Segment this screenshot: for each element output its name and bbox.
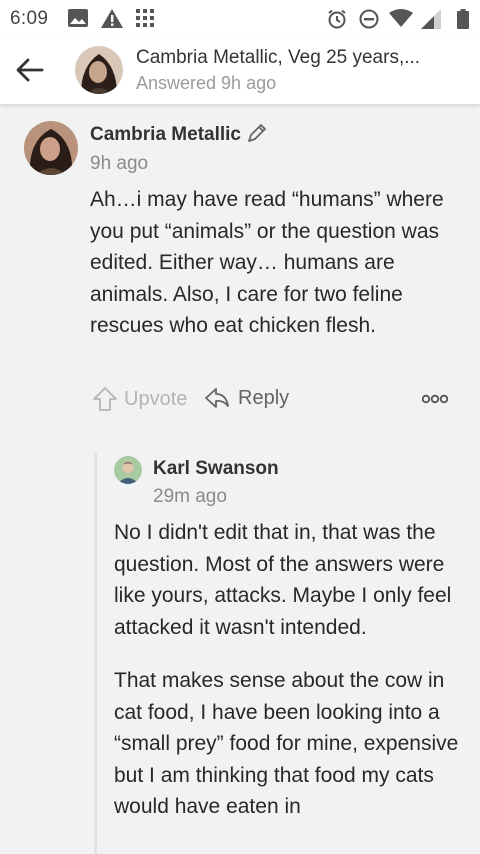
answered-time: Answered 9h ago	[136, 73, 277, 93]
signal-icon	[421, 9, 441, 29]
upvote-arrow-icon	[93, 387, 117, 411]
reply-paragraph: That makes sense about the cow in cat fo…	[114, 669, 459, 818]
question-header: Cambria Metallic, Veg 25 years,... Answe…	[0, 36, 480, 104]
grid-icon	[136, 9, 154, 27]
battery-icon	[457, 9, 469, 29]
wifi-icon	[389, 9, 413, 27]
thread-line	[94, 452, 97, 854]
comment-body: Ah…i may have read “humans” where you pu…	[90, 188, 444, 337]
do-not-disturb-icon	[359, 9, 379, 29]
reply-time: 29m ago	[153, 486, 227, 507]
status-time: 6:09	[10, 8, 49, 29]
alarm-icon	[328, 9, 346, 29]
reply-avatar[interactable]	[114, 456, 142, 484]
reply-body: No I didn't edit that in, that was the q…	[114, 517, 470, 845]
comment-actions: Upvote Reply	[92, 386, 462, 416]
comment-time: 9h ago	[90, 153, 149, 174]
image-icon	[68, 9, 88, 27]
comment-author[interactable]: Cambria Metallic	[90, 124, 241, 146]
reply-arrow-icon	[205, 388, 229, 408]
warning-icon	[101, 9, 123, 28]
author-avatar[interactable]	[75, 46, 123, 94]
reply-button[interactable]: Reply	[204, 386, 289, 410]
upvote-label: Upvote	[124, 387, 188, 410]
comment-avatar[interactable]	[24, 121, 78, 175]
upvote-button[interactable]: Upvote	[92, 386, 187, 412]
question-title[interactable]: Cambria Metallic, Veg 25 years,...	[136, 47, 466, 69]
back-arrow-icon[interactable]	[14, 56, 46, 84]
status-bar: 6:09	[0, 0, 480, 36]
pencil-icon	[248, 124, 266, 142]
more-options-icon[interactable]	[422, 394, 448, 404]
reply-author[interactable]: Karl Swanson	[153, 458, 279, 480]
reply-paragraph: No I didn't edit that in, that was the q…	[114, 521, 452, 639]
reply-label: Reply	[238, 386, 290, 409]
